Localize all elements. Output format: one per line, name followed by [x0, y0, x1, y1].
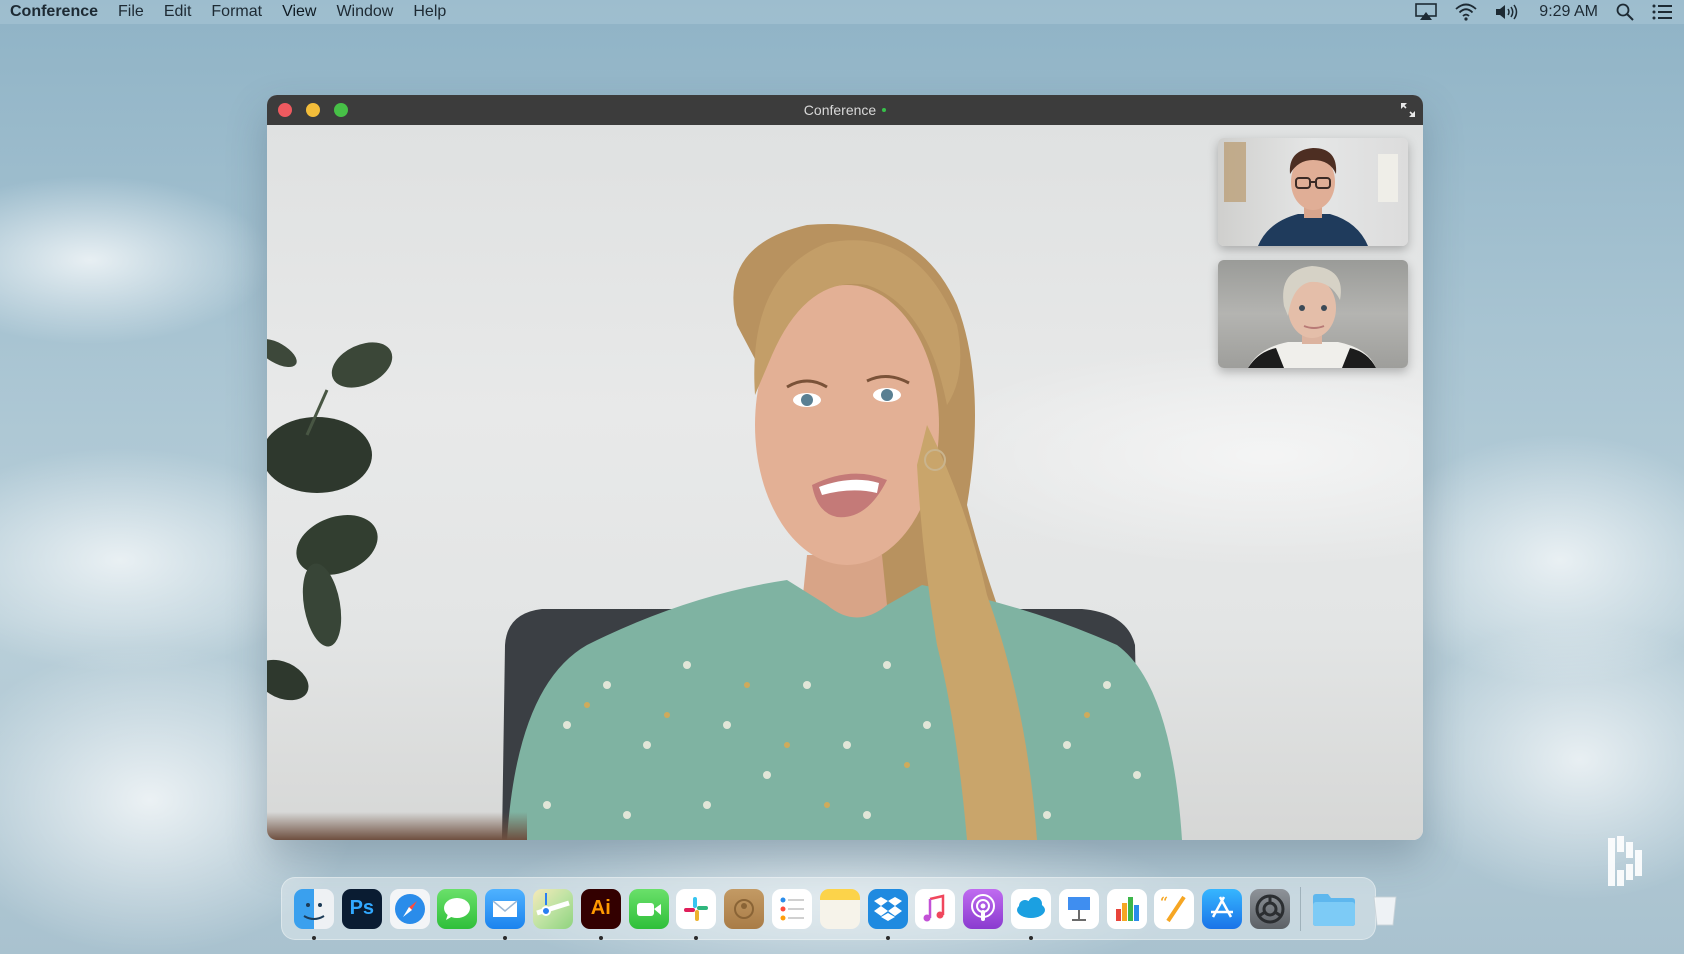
floor-strip: [267, 812, 527, 840]
music-icon: [915, 888, 956, 929]
slack-icon: [676, 888, 717, 929]
dock-app-maps[interactable]: [532, 888, 573, 929]
brand-logo-icon: [1606, 836, 1648, 888]
dock-app-facetime[interactable]: [628, 888, 669, 929]
minimize-button[interactable]: [306, 103, 320, 117]
dock-app-keynote[interactable]: [1058, 888, 1099, 929]
dock: Ps Ai “: [281, 877, 1397, 940]
menu-bar-status: 9:29 AM: [1415, 3, 1684, 21]
menu-file[interactable]: File: [108, 0, 154, 24]
fullscreen-toggle-icon[interactable]: [1399, 101, 1417, 119]
participant-tile-1[interactable]: [1218, 138, 1408, 246]
zoom-button[interactable]: [334, 103, 348, 117]
dock-app-safari[interactable]: [389, 888, 430, 929]
dock-app-dropbox[interactable]: [867, 888, 908, 940]
dock-folder[interactable]: [1311, 889, 1357, 929]
participant-tile-2[interactable]: [1218, 260, 1408, 368]
menu-app-name[interactable]: Conference: [10, 0, 108, 24]
illustrator-icon: Ai: [580, 888, 621, 929]
main-speaker-video[interactable]: [267, 125, 1423, 840]
podcasts-icon: [963, 888, 1004, 929]
notes-icon: [819, 888, 860, 929]
trash-icon: [1365, 889, 1405, 929]
dock-app-illustrator[interactable]: Ai: [580, 888, 621, 940]
facetime-icon: [628, 888, 669, 929]
menu-view[interactable]: View: [272, 0, 326, 24]
dock-app-app-store[interactable]: [1202, 888, 1243, 929]
svg-text:“: “: [1160, 895, 1168, 911]
conference-window: Conference: [267, 95, 1423, 840]
window-titlebar[interactable]: Conference: [267, 95, 1423, 125]
menu-edit[interactable]: Edit: [154, 0, 202, 24]
menu-format[interactable]: Format: [201, 0, 272, 24]
dock-app-slack[interactable]: [676, 888, 717, 940]
reminders-icon: [771, 888, 812, 929]
running-indicator: [885, 935, 890, 940]
running-indicator: [1028, 935, 1033, 940]
numbers-icon: [1106, 888, 1147, 929]
safari-icon: [389, 888, 430, 929]
dock-app-podcasts[interactable]: [963, 888, 1004, 929]
dock-trash[interactable]: [1365, 889, 1405, 929]
menu-help[interactable]: Help: [403, 0, 456, 24]
running-indicator: [598, 935, 603, 940]
dock-app-notes[interactable]: [819, 888, 860, 929]
pages-icon: “: [1154, 888, 1195, 929]
dock-app-system-preferences[interactable]: [1249, 888, 1290, 929]
dropbox-icon: [867, 888, 908, 929]
notification-center-icon[interactable]: [1652, 4, 1672, 20]
folder-icon: [1311, 889, 1357, 929]
finder-icon: [294, 888, 334, 929]
photoshop-icon: Ps: [341, 888, 382, 929]
running-indicator: [312, 935, 316, 940]
system-preferences-icon: [1249, 888, 1290, 929]
maps-icon: [532, 888, 573, 929]
dock-app-pages[interactable]: “: [1154, 888, 1195, 929]
app-store-icon: [1202, 888, 1243, 929]
messages-icon: [437, 888, 478, 929]
dock-app-messages[interactable]: [437, 888, 478, 929]
dock-app-finder[interactable]: [294, 888, 334, 940]
window-title-text: Conference: [803, 102, 877, 118]
window-title: Conference: [803, 102, 887, 118]
mail-icon: [485, 888, 526, 929]
dock-app-photoshop[interactable]: Ps: [341, 888, 382, 929]
running-indicator: [503, 935, 508, 940]
recording-indicator-icon: [882, 108, 887, 112]
menu-clock[interactable]: 9:29 AM: [1539, 3, 1598, 21]
dock-app-mail[interactable]: [485, 888, 526, 940]
spotlight-search-icon[interactable]: [1616, 3, 1634, 21]
dock-app-music[interactable]: [915, 888, 956, 929]
volume-icon[interactable]: [1495, 3, 1521, 21]
traffic-lights: [278, 103, 348, 117]
dock-app-reminders[interactable]: [771, 888, 812, 929]
dock-app-salesforce[interactable]: [1010, 888, 1051, 940]
contacts-icon: [724, 888, 765, 929]
wifi-icon[interactable]: [1455, 3, 1477, 21]
participant-1-video: [1224, 142, 1398, 246]
menu-bar-left: Conference File Edit Format View Window …: [0, 0, 456, 24]
salesforce-icon: [1010, 888, 1051, 929]
airplay-icon[interactable]: [1415, 3, 1438, 21]
plant-decor: [267, 339, 393, 701]
dock-app-numbers[interactable]: [1106, 888, 1147, 929]
close-button[interactable]: [278, 103, 292, 117]
menu-bar: Conference File Edit Format View Window …: [0, 0, 1684, 24]
keynote-icon: [1058, 888, 1099, 929]
participant-2-video: [1248, 266, 1376, 368]
running-indicator: [694, 935, 699, 940]
dock-app-contacts[interactable]: [724, 888, 765, 929]
dock-separator: [1299, 886, 1301, 931]
menu-window[interactable]: Window: [326, 0, 403, 24]
